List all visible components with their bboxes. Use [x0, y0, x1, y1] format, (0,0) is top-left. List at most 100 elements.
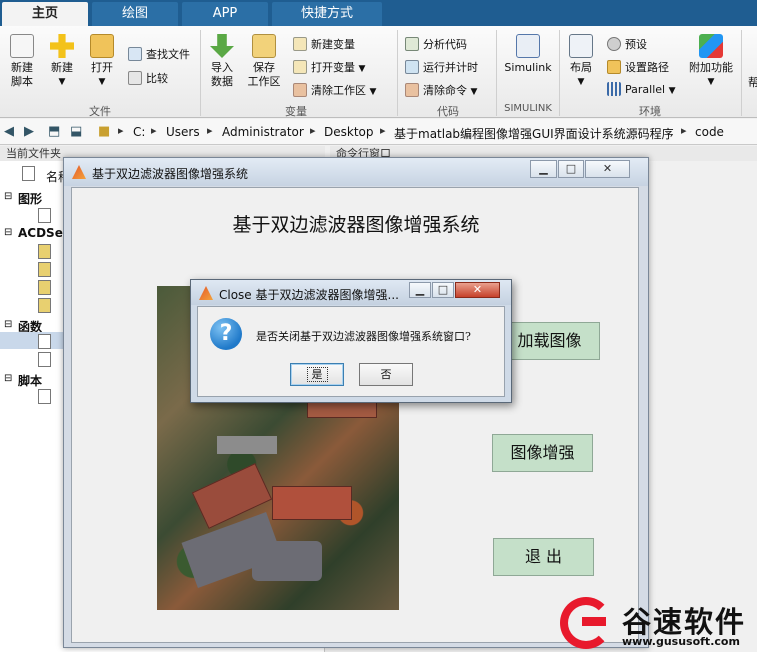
- new-script-label: 新建 脚本: [11, 61, 33, 88]
- addons-icon: [699, 34, 723, 58]
- dialog-title: Close 基于双边滤波器图像增强...: [219, 288, 399, 302]
- divider: [200, 30, 201, 116]
- breadcrumb-users[interactable]: Users: [166, 125, 200, 139]
- parallel-button[interactable]: Parallel ▼: [607, 82, 676, 96]
- m-file-icon[interactable]: [38, 334, 51, 349]
- addons-button[interactable]: 附加功能 ▼: [688, 34, 734, 89]
- tab-apps[interactable]: APP: [182, 2, 268, 26]
- compare-label: 比较: [146, 72, 168, 85]
- forward-arrow-icon[interactable]: ▶: [24, 124, 34, 139]
- save-workspace-icon: [252, 34, 276, 58]
- figure-titlebar[interactable]: 基于双边滤波器图像增强系统 ▁ □ ✕: [64, 158, 648, 186]
- find-files-icon: [128, 47, 142, 61]
- browse-folder-icon[interactable]: ⬓: [70, 124, 82, 139]
- breadcrumb-administrator[interactable]: Administrator: [222, 125, 304, 139]
- m-file-icon[interactable]: [38, 389, 51, 404]
- compare-icon: [128, 71, 142, 85]
- new-button[interactable]: 新建 ▼: [46, 34, 78, 89]
- group-figures[interactable]: 图形: [18, 190, 42, 207]
- matlab-logo-icon: [72, 165, 86, 179]
- maximize-button[interactable]: □: [558, 160, 584, 178]
- chevron-down-icon: ▼: [470, 87, 478, 97]
- jpg-file-icon[interactable]: [38, 280, 51, 295]
- minimize-button[interactable]: ▁: [530, 160, 557, 178]
- import-data-button[interactable]: 导入 数据: [206, 34, 238, 89]
- breadcrumb-desktop[interactable]: Desktop: [324, 125, 374, 139]
- breadcrumb-code[interactable]: code: [695, 125, 724, 139]
- dialog-titlebar[interactable]: Close 基于双边滤波器图像增强... ▁ □ ✕: [191, 280, 511, 305]
- yes-button[interactable]: 是: [290, 363, 344, 386]
- tab-plots[interactable]: 绘图: [92, 2, 178, 26]
- new-script-icon: [10, 34, 34, 58]
- section-file: 文件: [89, 105, 111, 118]
- path-separator: ▸: [151, 124, 157, 137]
- layout-icon: [569, 34, 593, 58]
- simulink-button[interactable]: Simulink: [502, 34, 554, 75]
- save-workspace-label: 保存 工作区: [247, 61, 281, 88]
- new-variable-button[interactable]: 新建变量: [293, 36, 355, 52]
- jpg-file-icon[interactable]: [38, 298, 51, 313]
- dialog-message: 是否关闭基于双边滤波器图像增强系统窗口?: [256, 330, 471, 343]
- clear-workspace-button[interactable]: 清除工作区 ▼: [293, 82, 376, 98]
- compare-button[interactable]: 比较: [128, 70, 168, 86]
- yes-label: 是: [306, 367, 328, 382]
- chevron-down-icon: ▼: [58, 77, 66, 87]
- m-file-icon[interactable]: [38, 352, 51, 367]
- selected-row[interactable]: [0, 332, 64, 349]
- collapse-icon[interactable]: ⊟: [4, 319, 12, 330]
- jpg-file-icon[interactable]: [38, 244, 51, 259]
- analyze-code-icon: [405, 37, 419, 51]
- enhance-image-button[interactable]: 图像增强: [492, 434, 593, 472]
- toolstrip: 新建 脚本 新建 ▼ 打开 ▼ 查找文件 比较 文件 导入 数据 保存 工作区 …: [0, 26, 757, 118]
- open-button[interactable]: 打开 ▼: [86, 34, 118, 89]
- tab-home[interactable]: 主页: [2, 2, 88, 26]
- layout-label: 布局: [570, 61, 592, 74]
- analyze-code-label: 分析代码: [423, 38, 467, 51]
- path-separator: ▸: [207, 124, 213, 137]
- ribbon-tab-strip: 主页 绘图 APP 快捷方式: [0, 0, 757, 26]
- fig-file-icon[interactable]: [38, 208, 51, 223]
- breadcrumb-project[interactable]: 基于matlab编程图像增强GUI界面设计系统源码程序: [394, 125, 674, 142]
- set-path-button[interactable]: 设置路径: [607, 59, 669, 75]
- figure-content: 基于双边滤波器图像增强系统 加载图像 图像增强 退 出: [71, 187, 639, 643]
- building-shape: [272, 486, 352, 520]
- chevron-down-icon: ▼: [577, 77, 585, 87]
- exit-button[interactable]: 退 出: [493, 538, 594, 576]
- collapse-icon[interactable]: ⊟: [4, 227, 12, 238]
- collapse-icon[interactable]: ⊟: [4, 191, 12, 202]
- new-variable-icon: [293, 37, 307, 51]
- divider: [559, 30, 560, 116]
- divider: [397, 30, 398, 116]
- up-folder-icon[interactable]: ⬒: [48, 124, 60, 139]
- dialog-maximize-button[interactable]: □: [432, 282, 454, 298]
- analyze-code-button[interactable]: 分析代码: [405, 36, 467, 52]
- save-workspace-button[interactable]: 保存 工作区: [246, 34, 282, 89]
- tab-shortcuts[interactable]: 快捷方式: [272, 2, 382, 26]
- preferences-button[interactable]: 预设: [607, 36, 647, 52]
- run-and-time-button[interactable]: 运行并计时: [405, 59, 478, 75]
- import-data-label: 导入 数据: [211, 61, 233, 88]
- breadcrumb-c[interactable]: C:: [133, 125, 145, 139]
- layout-button[interactable]: 布局 ▼: [565, 34, 597, 89]
- help-button-truncated[interactable]: 帮: [748, 74, 757, 90]
- clear-commands-button[interactable]: 清除命令 ▼: [405, 82, 477, 98]
- open-variable-button[interactable]: 打开变量 ▼: [293, 59, 365, 75]
- back-arrow-icon[interactable]: ◀: [4, 124, 14, 139]
- new-script-button[interactable]: 新建 脚本: [6, 34, 38, 89]
- jpg-file-icon[interactable]: [38, 262, 51, 277]
- close-button[interactable]: ✕: [585, 160, 630, 178]
- dialog-close-button[interactable]: ✕: [455, 282, 500, 298]
- no-button[interactable]: 否: [359, 363, 413, 386]
- gear-icon: [607, 37, 621, 51]
- dialog-minimize-button[interactable]: ▁: [409, 282, 431, 298]
- set-path-label: 设置路径: [625, 61, 669, 74]
- close-confirm-dialog: Close 基于双边滤波器图像增强... ▁ □ ✕ ? 是否关闭基于双边滤波器…: [190, 279, 512, 403]
- load-image-button[interactable]: 加载图像: [499, 322, 600, 360]
- group-scripts[interactable]: 脚本: [18, 372, 42, 389]
- clear-workspace-icon: [293, 83, 307, 97]
- collapse-icon[interactable]: ⊟: [4, 373, 12, 384]
- find-files-button[interactable]: 查找文件: [128, 46, 190, 62]
- new-variable-label: 新建变量: [311, 38, 355, 51]
- folder-icon: [90, 34, 114, 58]
- divider: [741, 30, 742, 116]
